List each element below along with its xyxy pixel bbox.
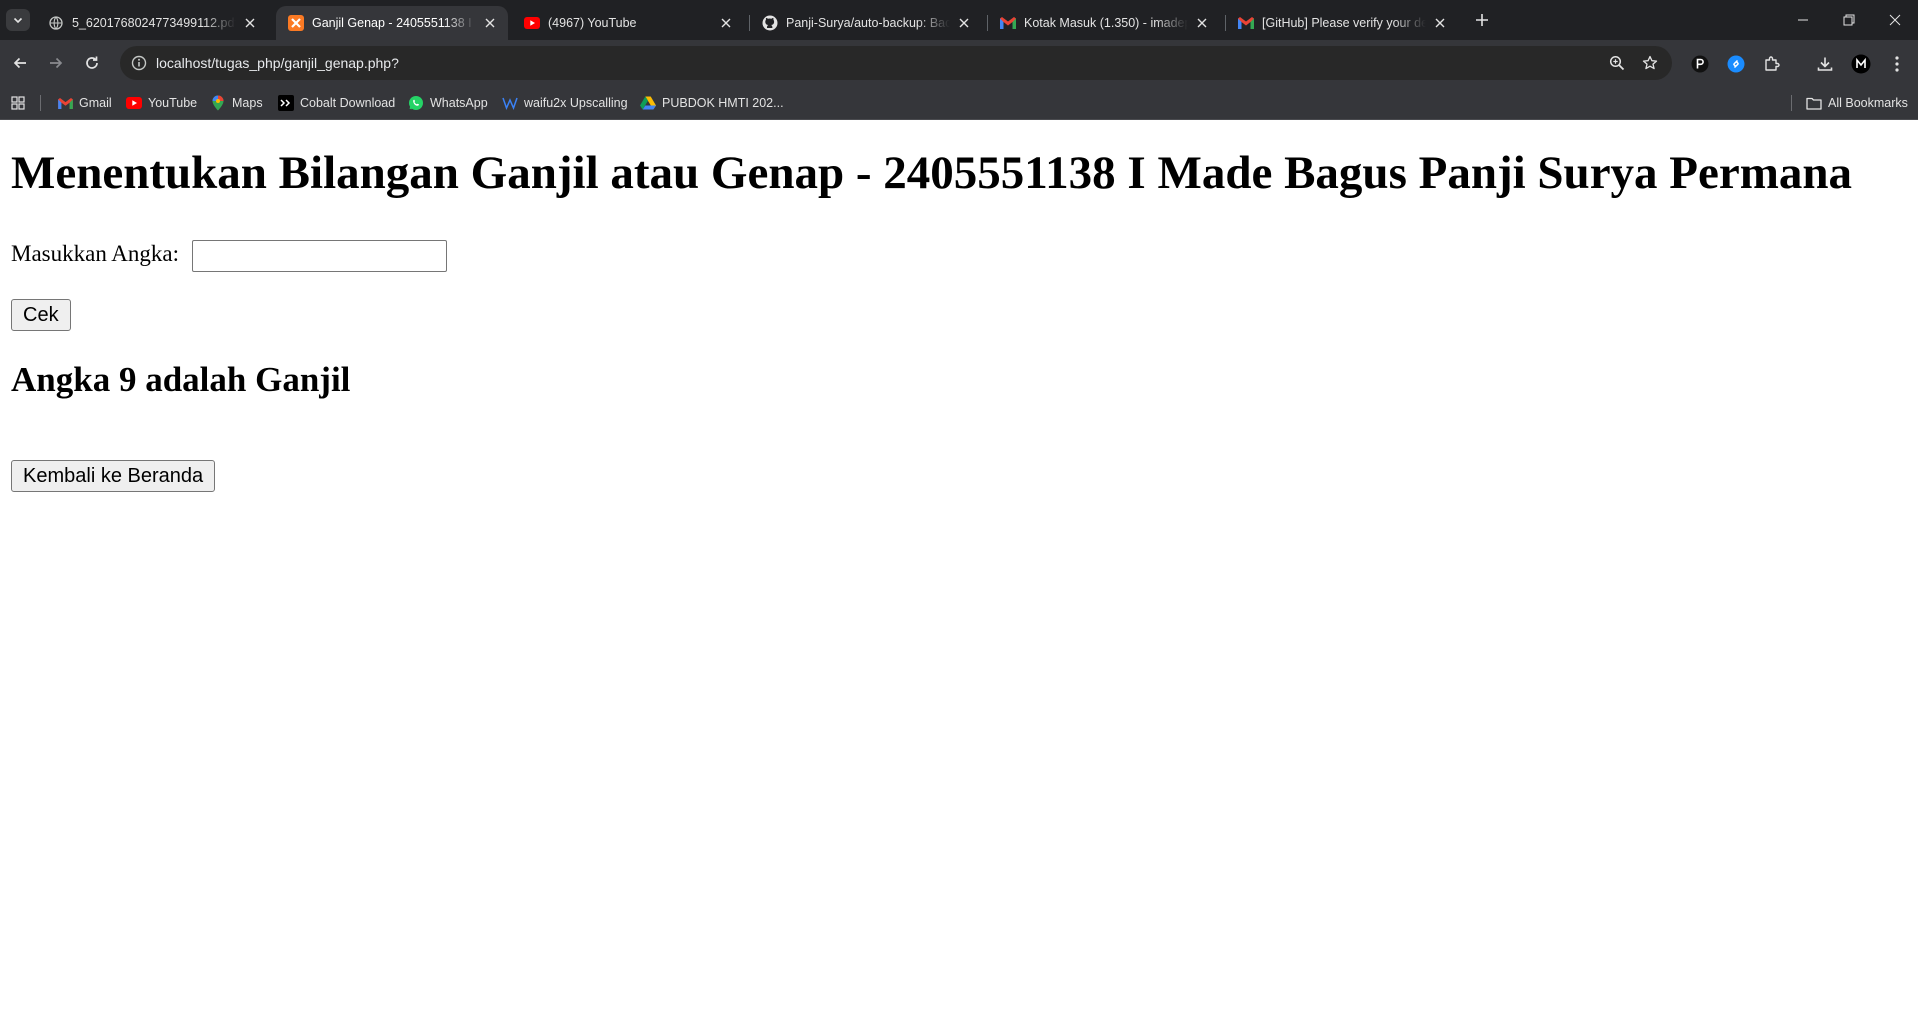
- close-icon[interactable]: [718, 15, 734, 31]
- tab-search-button[interactable]: [6, 9, 30, 31]
- whatsapp-icon: [408, 95, 424, 111]
- menu-kebab-icon[interactable]: [1886, 53, 1908, 75]
- extensions-puzzle-icon[interactable]: [1761, 53, 1783, 75]
- arrow-right-icon: [50, 57, 63, 69]
- apps-grid-button[interactable]: [10, 86, 32, 120]
- apps-grid-icon: [10, 95, 26, 111]
- reload-icon: [86, 56, 98, 69]
- download-icon[interactable]: [1814, 53, 1836, 75]
- tab-title: Panji-Surya/auto-backup: Backup: [786, 16, 950, 30]
- xampp-icon: [288, 15, 304, 31]
- bookmarks-bar: Gmail YouTube Maps Cobalt Download Whats…: [0, 86, 1918, 120]
- tab-title: [GitHub] Please verify your device: [1262, 16, 1426, 30]
- profile-avatar-icon[interactable]: [1850, 53, 1872, 75]
- restore-icon: [1843, 14, 1855, 26]
- extension-p-icon[interactable]: [1689, 53, 1711, 75]
- close-icon: [1889, 14, 1901, 26]
- close-window-button[interactable]: [1872, 0, 1918, 40]
- back-button[interactable]: [6, 49, 34, 77]
- site-info-icon[interactable]: [128, 52, 150, 74]
- bookmark-label: WhatsApp: [430, 96, 488, 110]
- bookmark-label: PUBDOK HMTI 202...: [662, 96, 784, 110]
- bookmark-pubdok[interactable]: PUBDOK HMTI 202...: [640, 86, 784, 120]
- tab-youtube[interactable]: (4967) YouTube: [512, 6, 744, 40]
- bookmark-label: Maps: [232, 96, 263, 110]
- waifu2x-icon: [502, 95, 518, 111]
- shazam-icon[interactable]: [1725, 53, 1747, 75]
- tab-ganjil-genap[interactable]: Ganjil Genap - 2405551138 I Made Bagus P…: [276, 6, 508, 40]
- number-input[interactable]: [192, 240, 447, 272]
- browser-toolbar: localhost/tugas_php/ganjil_genap.php?: [0, 40, 1918, 86]
- tab-title: (4967) YouTube: [548, 16, 637, 30]
- bookmark-label: waifu2x Upscalling: [524, 96, 628, 110]
- chevron-down-icon: [13, 17, 23, 24]
- youtube-icon: [126, 95, 142, 111]
- star-icon[interactable]: [1640, 53, 1660, 73]
- globe-icon: [48, 15, 64, 31]
- close-icon[interactable]: [1432, 15, 1448, 31]
- gmail-icon: [1000, 15, 1016, 31]
- url-text[interactable]: localhost/tugas_php/ganjil_genap.php?: [156, 46, 399, 80]
- bookmark-label: Gmail: [79, 96, 112, 110]
- cobalt-icon: [278, 95, 294, 111]
- bookmark-label: Cobalt Download: [300, 96, 396, 110]
- close-icon[interactable]: [242, 15, 258, 31]
- back-to-home-button[interactable]: Kembali ke Beranda: [11, 460, 216, 492]
- youtube-icon: [524, 15, 540, 31]
- arrow-left-icon: [13, 57, 26, 69]
- bookmark-whatsapp[interactable]: WhatsApp: [408, 86, 488, 120]
- all-bookmarks-button[interactable]: All Bookmarks: [1806, 86, 1908, 120]
- page-content: Menentukan Bilangan Ganjil atau Genap - …: [0, 120, 1918, 1028]
- bookmark-gmail[interactable]: Gmail: [57, 86, 112, 120]
- bookmark-maps[interactable]: Maps: [210, 86, 263, 120]
- bookmark-cobalt[interactable]: Cobalt Download: [278, 86, 395, 120]
- gmail-icon: [57, 95, 73, 111]
- result-text: Angka 9 adalah Ganjil: [11, 360, 351, 399]
- plus-icon: [1476, 14, 1488, 26]
- zoom-icon[interactable]: [1607, 53, 1627, 73]
- reload-button[interactable]: [78, 49, 106, 77]
- github-icon: [762, 15, 778, 31]
- bookmark-waifu2x[interactable]: waifu2x Upscalling: [502, 86, 628, 120]
- restore-button[interactable]: [1826, 0, 1872, 40]
- all-bookmarks-label: All Bookmarks: [1828, 96, 1908, 110]
- bookmark-separator: [1791, 95, 1792, 111]
- drive-icon: [640, 95, 656, 111]
- tab-title: 5_6201768024773499112.pdf: [72, 16, 236, 30]
- gmail-icon: [1238, 15, 1254, 31]
- tab-title: Ganjil Genap - 2405551138 I Made Bagus P…: [312, 16, 476, 30]
- tab-gmail-inbox[interactable]: Kotak Masuk (1.350) - imadepanji: [988, 6, 1220, 40]
- tab-github-repo[interactable]: Panji-Surya/auto-backup: Backup: [750, 6, 982, 40]
- maps-icon: [210, 95, 226, 111]
- close-icon[interactable]: [482, 15, 498, 31]
- tab-strip: 5_6201768024773499112.pdf Ganjil Genap -…: [0, 0, 1918, 40]
- forward-button[interactable]: [42, 49, 70, 77]
- address-bar[interactable]: localhost/tugas_php/ganjil_genap.php?: [120, 46, 1672, 80]
- number-input-label: Masukkan Angka:: [11, 241, 180, 266]
- folder-icon: [1806, 95, 1822, 111]
- minimize-button[interactable]: [1780, 0, 1826, 40]
- check-button[interactable]: Cek: [11, 299, 71, 331]
- page-title: Menentukan Bilangan Ganjil atau Genap - …: [11, 147, 1853, 199]
- tab-github-verify[interactable]: [GitHub] Please verify your device: [1226, 6, 1458, 40]
- tab-title: Kotak Masuk (1.350) - imadepanji: [1024, 16, 1188, 30]
- new-tab-button[interactable]: [1471, 9, 1493, 31]
- tab-pdf[interactable]: 5_6201768024773499112.pdf: [36, 6, 268, 40]
- bookmark-youtube[interactable]: YouTube: [126, 86, 197, 120]
- close-icon[interactable]: [1194, 15, 1210, 31]
- bookmark-separator: [40, 95, 41, 111]
- minimize-icon: [1798, 19, 1808, 21]
- close-icon[interactable]: [956, 15, 972, 31]
- bookmark-label: YouTube: [148, 96, 198, 110]
